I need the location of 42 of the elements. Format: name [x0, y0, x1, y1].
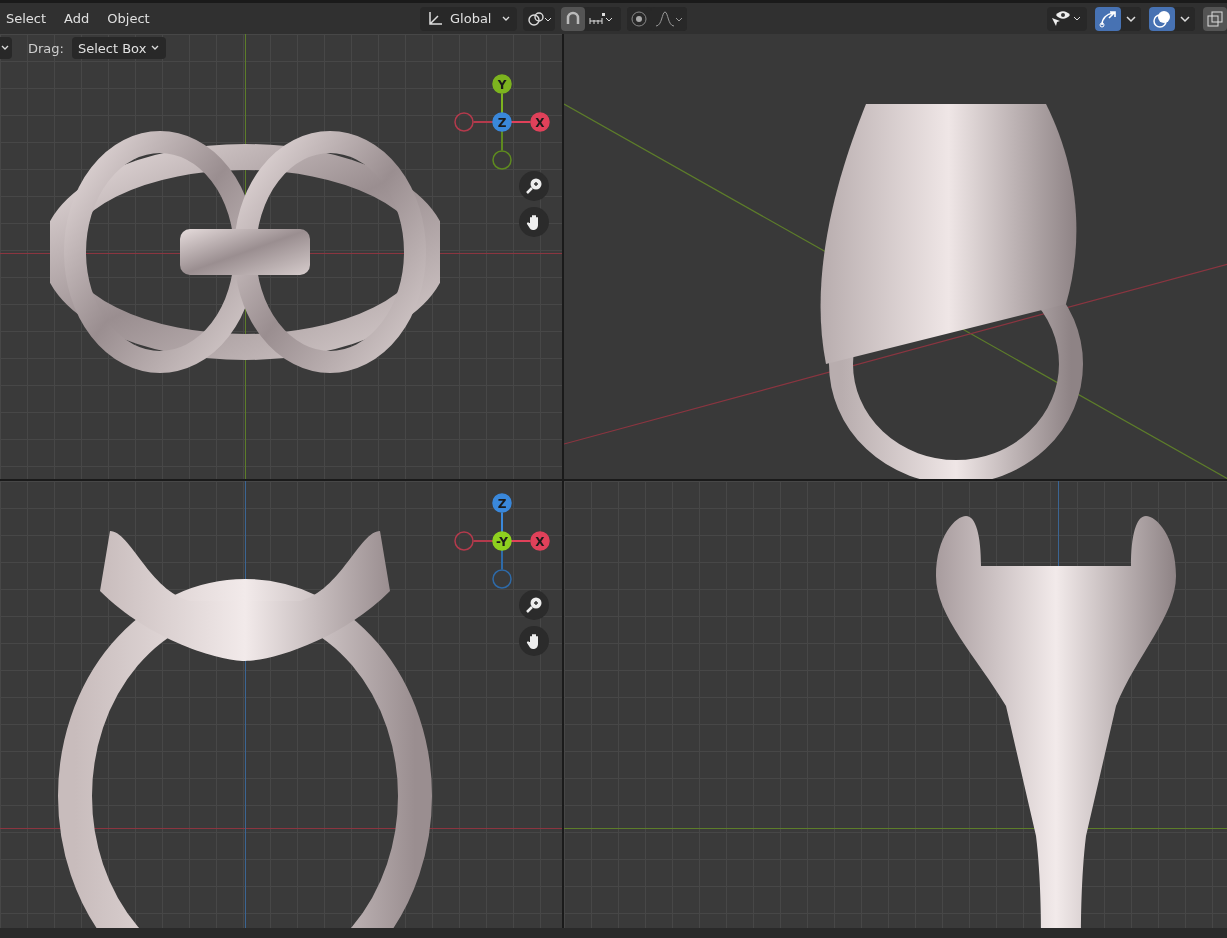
snap-toggle[interactable]: [561, 6, 586, 31]
overlapping-circles-icon: [1152, 8, 1172, 29]
axis-handle[interactable]: X: [530, 531, 550, 551]
zoom-button[interactable]: [519, 590, 549, 620]
falloff-curve-icon: [654, 9, 685, 28]
mode-dropdown[interactable]: [0, 37, 12, 59]
axis-handle[interactable]: -Y: [492, 531, 512, 551]
pan-button[interactable]: [519, 207, 549, 237]
magnifier-plus-icon: [525, 596, 543, 614]
menu-item[interactable]: Select: [6, 11, 47, 26]
overlays-toggle[interactable]: [1149, 6, 1175, 31]
axis-handle[interactable]: [454, 531, 474, 551]
menu-item[interactable]: Add: [64, 11, 90, 26]
transform-axes-icon: [426, 9, 444, 28]
axis-handle[interactable]: Y: [492, 74, 512, 94]
circle-dot-icon: [630, 9, 649, 28]
gizmo-toggle[interactable]: [1095, 6, 1121, 31]
selectability-dropdown[interactable]: [1047, 6, 1087, 31]
pivot-icon: [526, 9, 553, 28]
axis-handle[interactable]: [492, 569, 512, 589]
drag-label: Drag:: [28, 40, 64, 56]
axis-handle[interactable]: Z: [492, 112, 512, 132]
viewport[interactable]: Y Z X Drag: Select Box: [0, 34, 562, 479]
viewport[interactable]: [564, 481, 1227, 928]
axis-handle[interactable]: [492, 150, 512, 170]
axis-handle[interactable]: [454, 112, 474, 132]
navigation-gizmo[interactable]: Z -Y X: [452, 491, 552, 591]
gizmo-icon: [1098, 8, 1118, 29]
viewport[interactable]: [564, 34, 1227, 479]
axis-handle[interactable]: Z: [492, 493, 512, 513]
menu-item[interactable]: Object: [107, 11, 150, 26]
drag-dropdown[interactable]: Select Box: [71, 37, 167, 59]
xray-squares-icon: [1206, 9, 1224, 28]
magnifier-plus-icon: [525, 177, 543, 195]
navigation-gizmo[interactable]: Y Z X: [452, 72, 552, 172]
pan-button[interactable]: [519, 626, 549, 656]
axis-handle[interactable]: X: [530, 112, 550, 132]
orientation-dropdown[interactable]: Global: [420, 6, 518, 31]
viewport[interactable]: Z -Y X: [0, 481, 562, 928]
pivot-dropdown[interactable]: [523, 6, 556, 31]
xray-toggle[interactable]: [1203, 6, 1227, 31]
zoom-button[interactable]: [519, 171, 549, 201]
